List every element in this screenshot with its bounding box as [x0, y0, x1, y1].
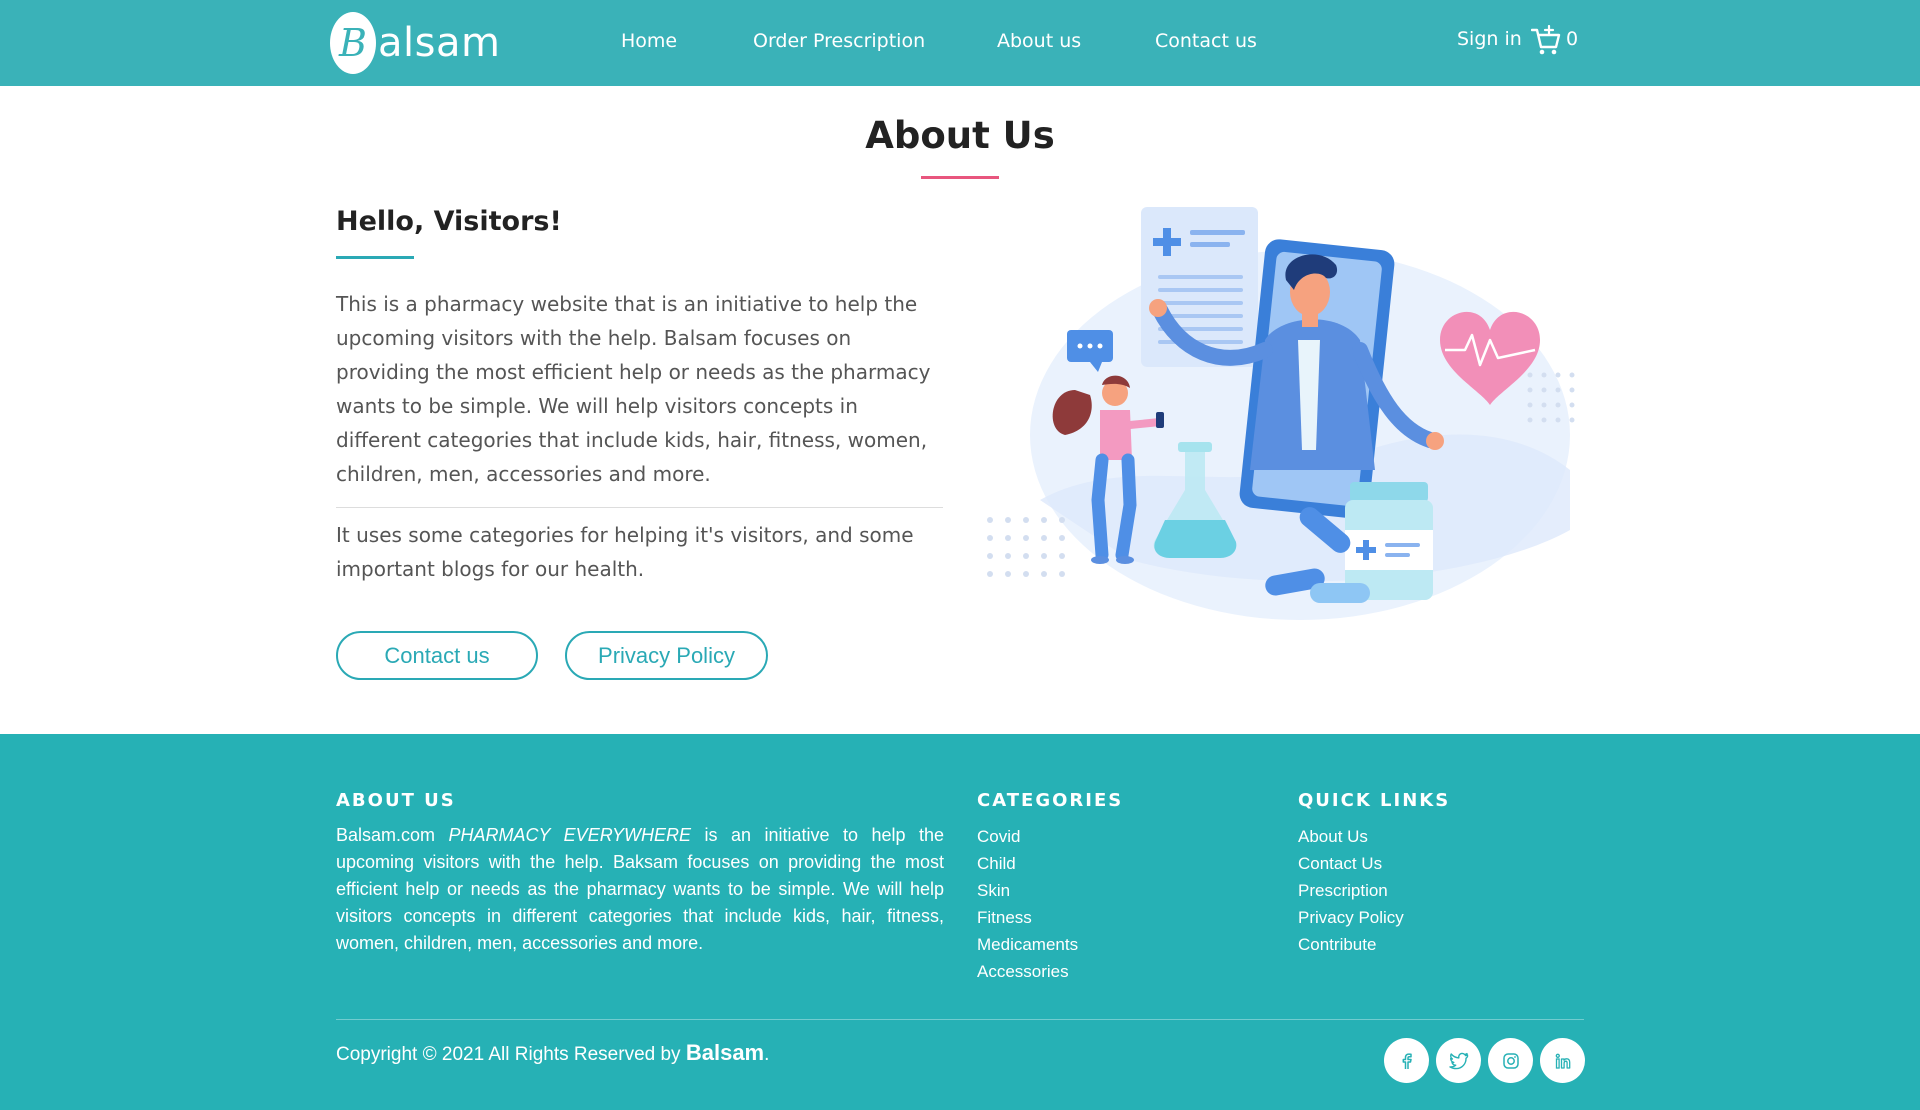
copyright-text: Copyright © 2021 All Rights Reserved by … — [336, 1040, 769, 1066]
category-link-child[interactable]: Child — [977, 850, 1078, 877]
brand-logo[interactable]: B alsam — [330, 12, 500, 74]
nav-link-home[interactable]: Home — [621, 30, 677, 52]
logo-mark: B — [330, 12, 376, 74]
quick-link-prescription[interactable]: Prescription — [1298, 877, 1404, 904]
category-link-accessories[interactable]: Accessories — [977, 958, 1078, 985]
footer-quick-links-heading: QUICK LINKS — [1298, 790, 1451, 811]
greeting-heading: Hello, Visitors! — [336, 206, 562, 237]
twitter-icon[interactable] — [1436, 1038, 1481, 1083]
nav-link-about-us[interactable]: About us — [997, 30, 1081, 52]
logo-letter: B — [339, 21, 367, 65]
privacy-policy-button[interactable]: Privacy Policy — [565, 631, 768, 680]
cart-icon[interactable] — [1531, 25, 1561, 57]
quick-link-contact-us[interactable]: Contact Us — [1298, 850, 1404, 877]
quick-link-contribute[interactable]: Contribute — [1298, 931, 1404, 958]
footer-about-emphasis: PHARMACY EVERYWHERE — [448, 825, 692, 845]
category-link-skin[interactable]: Skin — [977, 877, 1078, 904]
footer-categories-heading: CATEGORIES — [977, 790, 1124, 811]
sign-in-link[interactable]: Sign in — [1457, 28, 1522, 50]
category-link-medicaments[interactable]: Medicaments — [977, 931, 1078, 958]
footer-about-heading: ABOUT US — [336, 790, 456, 811]
category-link-covid[interactable]: Covid — [977, 823, 1078, 850]
footer-categories-list: Covid Child Skin Fitness Medicaments Acc… — [977, 823, 1078, 985]
instagram-icon[interactable] — [1488, 1038, 1533, 1083]
facebook-icon[interactable] — [1384, 1038, 1429, 1083]
footer-divider — [336, 1019, 1584, 1020]
nav-link-contact-us[interactable]: Contact us — [1155, 30, 1257, 52]
quick-link-about-us[interactable]: About Us — [1298, 823, 1404, 850]
nav-link-order-prescription[interactable]: Order Prescription — [753, 30, 925, 52]
copyright-brand[interactable]: Balsam — [686, 1040, 764, 1065]
site-footer: ABOUT US Balsam.com PHARMACY EVERYWHERE … — [0, 734, 1920, 1110]
about-paragraph-2: It uses some categories for helping it's… — [336, 523, 914, 581]
footer-quick-links-list: About Us Contact Us Prescription Privacy… — [1298, 823, 1404, 958]
cart-count: 0 — [1566, 28, 1579, 50]
logo-text: alsam — [378, 20, 501, 66]
about-paragraph-1: This is a pharmacy website that is an in… — [336, 292, 931, 486]
section-divider — [336, 507, 943, 508]
title-underline — [921, 176, 999, 179]
footer-about-text: Balsam.com PHARMACY EVERYWHERE is an ini… — [336, 822, 944, 957]
greeting-underline — [336, 256, 414, 259]
contact-us-button[interactable]: Contact us — [336, 631, 538, 680]
category-link-fitness[interactable]: Fitness — [977, 904, 1078, 931]
quick-link-privacy-policy[interactable]: Privacy Policy — [1298, 904, 1404, 931]
pharmacy-illustration — [987, 207, 1575, 620]
page-title: About Us — [865, 114, 1055, 157]
footer-about-prefix: Balsam.com — [336, 825, 436, 845]
copyright-label: Copyright © 2021 All Rights Reserved by — [336, 1044, 681, 1065]
linkedin-icon[interactable] — [1540, 1038, 1585, 1083]
top-navbar: B alsam Home Order Prescription About us… — [0, 0, 1920, 86]
copyright-period: . — [764, 1044, 770, 1065]
